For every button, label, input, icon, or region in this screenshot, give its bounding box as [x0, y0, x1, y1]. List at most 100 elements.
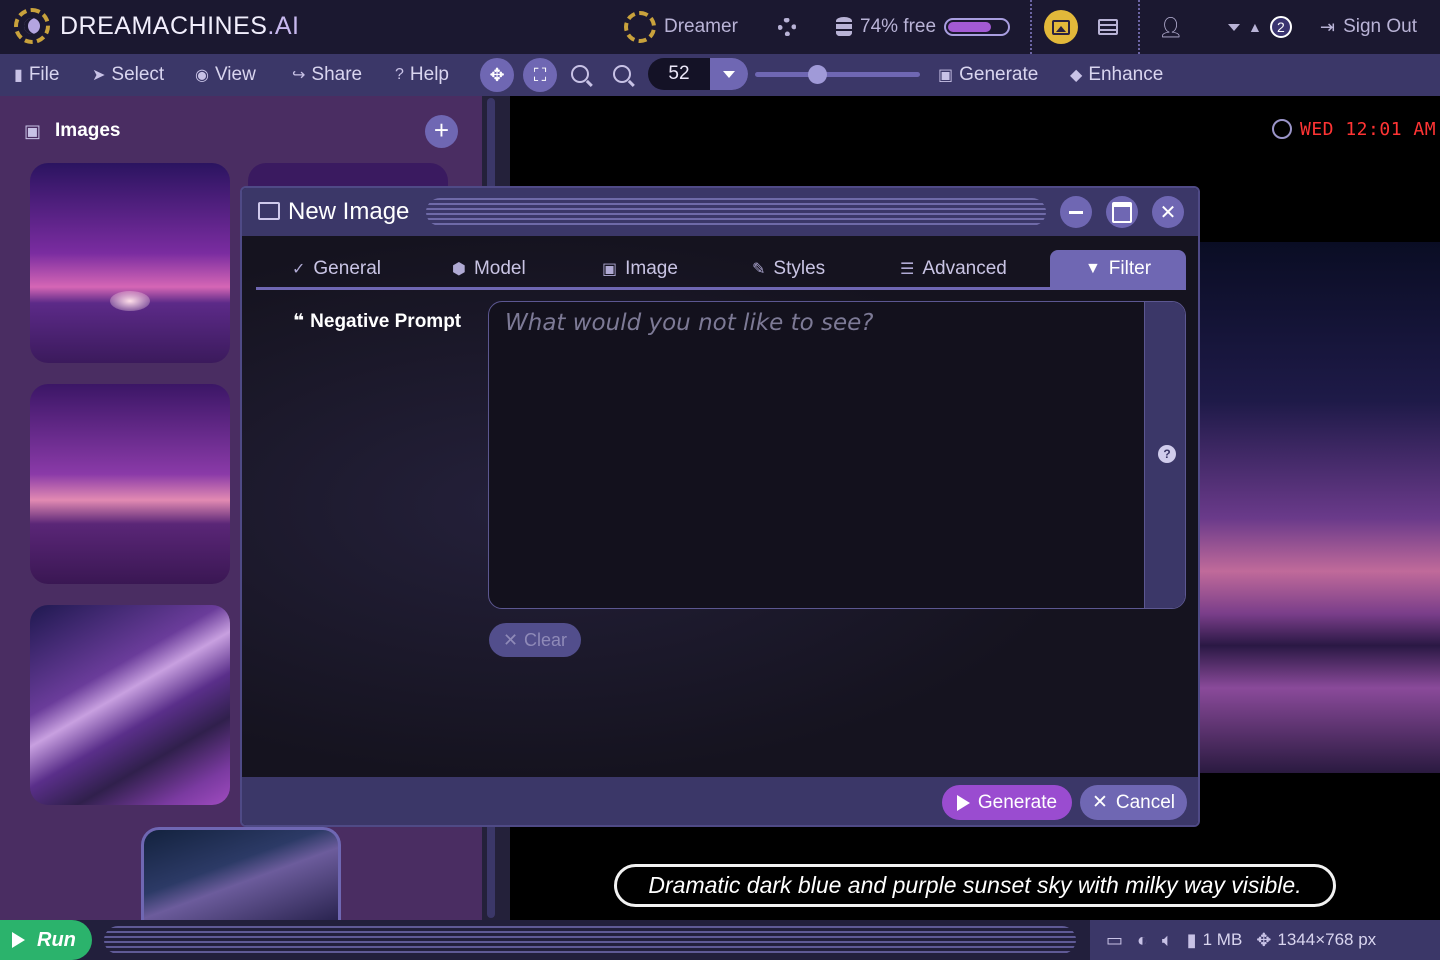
tab-advanced[interactable]: ☰ Advanced	[900, 250, 1007, 287]
memory-bar-fill	[948, 22, 991, 32]
app-logo[interactable]: DREAMACHINES.AI	[14, 8, 300, 44]
cancel-button[interactable]: ✕ Cancel	[1080, 785, 1187, 820]
canvas-image[interactable]	[1199, 242, 1440, 773]
tab-styles[interactable]: ✎ Styles	[752, 250, 825, 287]
gem-icon: ◆	[1070, 67, 1083, 84]
add-image-button[interactable]: +	[425, 115, 458, 148]
notifications-dropdown[interactable]: ▲ 2	[1228, 0, 1292, 54]
menu-file-label: File	[28, 64, 60, 85]
newspaper-icon	[1098, 19, 1118, 35]
contrast-icon[interactable]: ◐	[1137, 930, 1148, 951]
run-button[interactable]: Run	[0, 920, 92, 960]
menu-share[interactable]: ↪ Share	[292, 54, 362, 96]
tab-label: Model	[473, 257, 526, 279]
generate-button[interactable]: Generate	[942, 785, 1072, 820]
zoom-slider-handle[interactable]	[808, 65, 827, 84]
generate-menu-label: Generate	[959, 64, 1039, 85]
caret-down-icon	[1228, 23, 1240, 31]
question-icon: ?	[395, 66, 404, 83]
logo-icon	[14, 8, 50, 44]
profile-menu[interactable]: Dreamer	[624, 0, 738, 54]
clock-icon	[1272, 119, 1292, 139]
images-header: ▣ Images	[24, 120, 121, 142]
image-thumbnail[interactable]	[30, 605, 230, 805]
settings-button[interactable]	[778, 0, 796, 54]
generate-menu-button[interactable]: ▣ Generate	[938, 54, 1038, 96]
close-button[interactable]: ✕	[1152, 196, 1184, 228]
zoom-in-button[interactable]	[613, 65, 631, 83]
user-search-button[interactable]: 👤︎	[1158, 0, 1183, 54]
dialog-titlebar[interactable]: New Image ✕	[242, 188, 1198, 236]
sign-out-icon: ⇥	[1320, 16, 1336, 37]
tab-image[interactable]: ▣ Image	[602, 250, 678, 287]
pointer-icon: ➤	[92, 67, 106, 84]
plus-icon: +	[433, 115, 450, 145]
negative-prompt-label-text: Negative Prompt	[310, 310, 462, 332]
zoom-dropdown-button[interactable]	[710, 58, 748, 90]
run-label: Run	[37, 928, 76, 951]
dialog-title: New Image	[288, 198, 410, 225]
volume-icon[interactable]: 🔈︎	[1162, 930, 1173, 951]
share-icon: ↪	[292, 67, 306, 84]
clear-label: Clear	[524, 629, 568, 650]
enhance-menu-button[interactable]: ◆ Enhance	[1070, 54, 1163, 96]
play-icon	[12, 932, 25, 948]
monitor-icon[interactable]: ▭	[1106, 930, 1123, 951]
canvas-caption: Dramatic dark blue and purple sunset sky…	[614, 864, 1336, 907]
help-icon[interactable]: ?	[1158, 445, 1176, 463]
minimize-button[interactable]	[1060, 196, 1092, 228]
close-icon: ✕	[1159, 201, 1177, 224]
cube-icon: ⬢	[452, 260, 466, 278]
image-dimensions: 1344×768 px	[1277, 930, 1377, 949]
image-icon	[258, 202, 280, 220]
database-icon	[836, 17, 852, 37]
zoom-selector[interactable]: 52	[648, 58, 748, 90]
menu-view[interactable]: ◉ View	[195, 54, 256, 96]
zoom-value[interactable]: 52	[648, 58, 710, 90]
x-icon: ✕	[1091, 792, 1108, 813]
move-icon: ✥	[1256, 929, 1272, 950]
move-icon: ✥	[489, 64, 505, 85]
image-thumbnail[interactable]	[30, 163, 230, 363]
notification-badge: 2	[1269, 16, 1292, 38]
menu-select[interactable]: ➤ Select	[92, 54, 164, 96]
image-thumbnail-selected[interactable]	[141, 827, 341, 920]
file-size: 1 MB	[1202, 930, 1243, 949]
negative-prompt-field: ?	[488, 301, 1186, 609]
user-search-icon: 👤︎	[1158, 16, 1184, 39]
quote-icon: ❝	[293, 311, 305, 332]
menu-file[interactable]: ▮ File	[14, 54, 59, 96]
bell-icon: ▲	[1248, 19, 1262, 35]
sign-out-button[interactable]: ⇥ Sign Out	[1320, 0, 1417, 54]
image-thumbnail[interactable]	[30, 384, 230, 584]
dialog-footer: Generate ✕ Cancel	[242, 777, 1198, 825]
memory-indicator[interactable]: 74% free	[836, 0, 1011, 54]
eye-icon: ◉	[195, 67, 209, 84]
tab-model[interactable]: ⬢ Model	[452, 250, 526, 287]
tab-general[interactable]: ✓ General	[292, 250, 381, 287]
clock: WED 12:01 AM	[1272, 108, 1436, 150]
tab-filter[interactable]: ▼ Filter	[1050, 250, 1186, 287]
logo-text: DREAMACHINES.AI	[60, 11, 300, 40]
dreamer-avatar-icon	[624, 11, 656, 43]
zoom-out-button[interactable]	[571, 65, 589, 83]
new-image-dialog: New Image ✕ ✓ General ⬢ Model ▣ Image ✎ Styl…	[240, 186, 1200, 827]
move-tool-button[interactable]: ✥	[480, 58, 514, 92]
fit-screen-button[interactable]: ⛶	[523, 58, 557, 92]
divider	[1030, 0, 1032, 54]
divider	[1138, 0, 1140, 54]
zoom-slider[interactable]	[755, 72, 920, 77]
drag-handle[interactable]	[426, 198, 1046, 226]
cancel-label: Cancel	[1115, 791, 1176, 813]
gallery-view-button[interactable]	[1098, 0, 1118, 54]
play-icon	[956, 794, 970, 811]
maximize-button[interactable]	[1106, 196, 1138, 228]
clear-button[interactable]: ✕ Clear	[489, 623, 581, 657]
brush-icon: ✎	[752, 260, 766, 278]
prompt-side-panel: ?	[1144, 302, 1185, 608]
negative-prompt-input[interactable]	[489, 302, 1144, 607]
status-drag-handle[interactable]	[104, 926, 1076, 954]
gear-icon	[778, 18, 796, 36]
images-view-button[interactable]	[1044, 10, 1078, 44]
menu-help[interactable]: ? Help	[395, 54, 449, 96]
